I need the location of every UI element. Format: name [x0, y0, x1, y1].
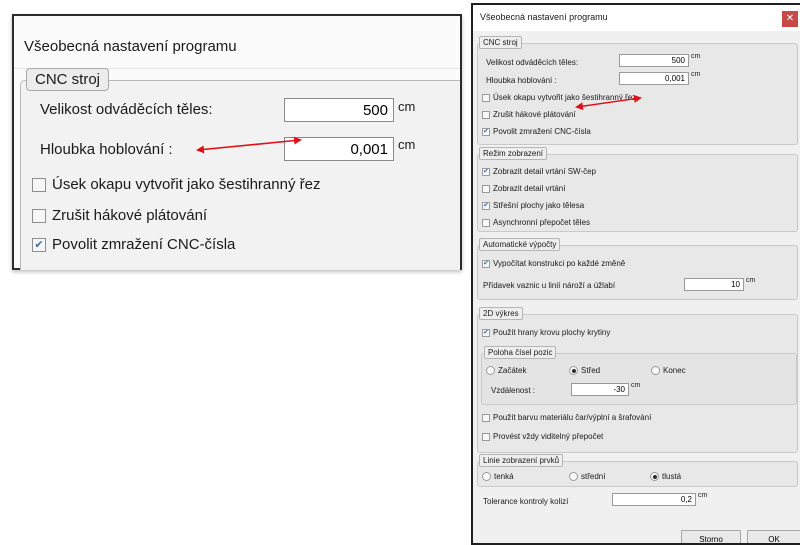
- checkbox-empty-icon: [482, 432, 490, 441]
- display-item-async[interactable]: Asynchronní přepočet těles: [482, 218, 590, 227]
- cnc-hook-checkbox[interactable]: Zrušit hákové plátování: [482, 110, 576, 119]
- position-option-start[interactable]: Začátek: [486, 366, 526, 375]
- display-item-drill-sw[interactable]: ✔ Zobrazit detail vrtání SW-čep: [482, 167, 596, 176]
- radio-empty-icon: [569, 472, 578, 481]
- auto-addition-label: Přídavek vaznic u linií nároží a úžlabí: [483, 281, 616, 290]
- callout-depth-input[interactable]: [284, 137, 394, 161]
- checkmark-icon: ✔: [482, 328, 490, 337]
- radio-selected-icon: [650, 472, 659, 481]
- tolerance-label: Tolerance kontroly kolizí: [483, 497, 569, 506]
- checkmark-icon: ✔: [32, 237, 46, 252]
- position-legend: Poloha čísel pozic: [484, 346, 557, 359]
- checkmark-icon: ✔: [482, 127, 490, 136]
- cnc-legend: CNC stroj: [479, 36, 522, 49]
- checkbox-empty-icon: [482, 218, 490, 227]
- cnc-depth-unit: cm: [691, 71, 701, 78]
- checkbox-empty-icon: [482, 110, 490, 119]
- drawing2d-legend: 2D výkres: [479, 307, 523, 320]
- auto-addition-unit: cm: [746, 277, 756, 284]
- cnc-size-unit: cm: [691, 53, 701, 60]
- callout-depth-label: Hloubka hoblování :: [40, 141, 173, 158]
- lines-option-label: tlustá: [662, 472, 682, 481]
- position-option-label: Začátek: [498, 366, 527, 375]
- settings-dialog: Všeobecná nastavení programu ✕ CNC stroj…: [471, 3, 800, 545]
- radio-empty-icon: [651, 366, 660, 375]
- callout-eaves-label: Úsek okapu vytvořit jako šestihranný řez: [52, 176, 321, 193]
- drawing2d-material-color-checkbox[interactable]: Použít barvu materiálu čar/výplní a šraf…: [482, 413, 651, 422]
- auto-addition-input[interactable]: [684, 278, 744, 291]
- dialog-titlebar: Všeobecná nastavení programu ✕: [473, 5, 800, 31]
- display-item-label: Střešní plochy jako tělesa: [493, 201, 585, 210]
- checkbox-empty-icon: [482, 93, 490, 102]
- position-distance-input[interactable]: [571, 383, 629, 396]
- callout-eaves-checkbox[interactable]: Úsek okapu vytvořit jako šestihranný řez: [32, 176, 320, 193]
- auto-recalc-checkbox[interactable]: ✔ Vypočítat konstrukci po každé změně: [482, 259, 625, 268]
- callout-size-unit: cm: [398, 99, 416, 114]
- tolerance-input[interactable]: [612, 493, 696, 506]
- radio-empty-icon: [482, 472, 491, 481]
- drawing2d-roof-edges-checkbox[interactable]: ✔ Použít hrany krovu plochy krytiny: [482, 328, 610, 337]
- drawing2d-visible-recalc-checkbox[interactable]: Provést vždy viditelný přepočet: [482, 432, 603, 441]
- dialog-title: Všeobecná nastavení programu: [480, 12, 608, 22]
- cnc-depth-input[interactable]: [619, 72, 689, 85]
- callout-dialog-title: Všeobecná nastavení programu: [24, 38, 237, 55]
- close-button[interactable]: ✕: [782, 11, 798, 27]
- display-item-label: Zobrazit detail vrtání: [493, 184, 566, 193]
- checkmark-icon: ✔: [482, 259, 490, 268]
- callout-freeze-checkbox[interactable]: ✔ Povolit zmražení CNC-čísla: [32, 236, 235, 253]
- lines-option-thick[interactable]: tlustá: [650, 472, 681, 481]
- position-subgroup: [481, 353, 797, 405]
- checkbox-empty-icon: [482, 413, 490, 422]
- checkmark-icon: ✔: [482, 201, 490, 210]
- tolerance-unit: cm: [698, 492, 708, 499]
- cnc-eaves-checkbox[interactable]: Úsek okapu vytvořit jako šestihranný řez: [482, 93, 636, 102]
- lines-option-medium[interactable]: střední: [569, 472, 605, 481]
- callout-hook-checkbox[interactable]: Zrušit hákové plátování: [32, 207, 207, 224]
- display-item-label: Asynchronní přepočet těles: [493, 218, 590, 227]
- checkmark-icon: ✔: [482, 167, 490, 176]
- checkbox-empty-icon: [32, 208, 46, 223]
- callout-size-label: Velikost odváděcích těles:: [40, 101, 213, 118]
- lines-option-thin[interactable]: tenká: [482, 472, 514, 481]
- position-option-end[interactable]: Konec: [651, 366, 686, 375]
- drawing2d-visible-recalc-label: Provést vždy viditelný přepočet: [493, 432, 604, 441]
- display-item-label: Zobrazit detail vrtání SW-čep: [493, 167, 597, 176]
- display-legend: Režim zobrazení: [479, 147, 548, 160]
- cnc-hook-label: Zrušit hákové plátování: [493, 110, 576, 119]
- cnc-depth-label: Hloubka hoblování :: [486, 76, 557, 85]
- display-item-roof-solids[interactable]: ✔ Střešní plochy jako tělesa: [482, 201, 584, 210]
- auto-recalc-label: Vypočítat konstrukci po každé změně: [493, 259, 626, 268]
- cnc-size-label: Velikost odváděcích těles:: [486, 58, 579, 67]
- position-option-label: Střed: [581, 366, 601, 375]
- position-distance-unit: cm: [631, 382, 641, 389]
- callout-freeze-label: Povolit zmražení CNC-čísla: [52, 236, 236, 253]
- cancel-button[interactable]: Storno: [681, 530, 741, 543]
- callout-depth-unit: cm: [398, 137, 416, 152]
- lines-option-label: tenká: [494, 472, 514, 481]
- cnc-eaves-label: Úsek okapu vytvořit jako šestihranný řez: [493, 93, 637, 102]
- position-option-middle[interactable]: Střed: [569, 366, 600, 375]
- position-option-label: Konec: [663, 366, 686, 375]
- lines-option-label: střední: [581, 472, 606, 481]
- checkbox-empty-icon: [482, 184, 490, 193]
- lines-legend: Linie zobrazení prvků: [479, 454, 564, 467]
- ok-button[interactable]: OK: [747, 530, 800, 543]
- display-item-drill[interactable]: Zobrazit detail vrtání: [482, 184, 565, 193]
- checkbox-empty-icon: [32, 177, 46, 192]
- radio-empty-icon: [486, 366, 495, 375]
- cnc-size-input[interactable]: [619, 54, 689, 67]
- auto-group: [477, 245, 798, 300]
- cnc-freeze-label: Povolit zmražení CNC-čísla: [493, 127, 591, 136]
- close-icon: ✕: [785, 13, 795, 24]
- auto-legend: Automatické výpočty: [479, 238, 561, 251]
- cnc-freeze-checkbox[interactable]: ✔ Povolit zmražení CNC-čísla: [482, 127, 591, 136]
- radio-selected-icon: [569, 366, 578, 375]
- callout-size-input[interactable]: [284, 98, 394, 122]
- drawing2d-roof-edges-label: Použít hrany krovu plochy krytiny: [493, 328, 611, 337]
- drawing2d-material-color-label: Použít barvu materiálu čar/výplní a šraf…: [493, 413, 652, 422]
- callout-hook-label: Zrušit hákové plátování: [52, 207, 208, 224]
- position-distance-label: Vzdálenost :: [491, 386, 536, 395]
- callout-cnc-legend: CNC stroj: [26, 68, 110, 91]
